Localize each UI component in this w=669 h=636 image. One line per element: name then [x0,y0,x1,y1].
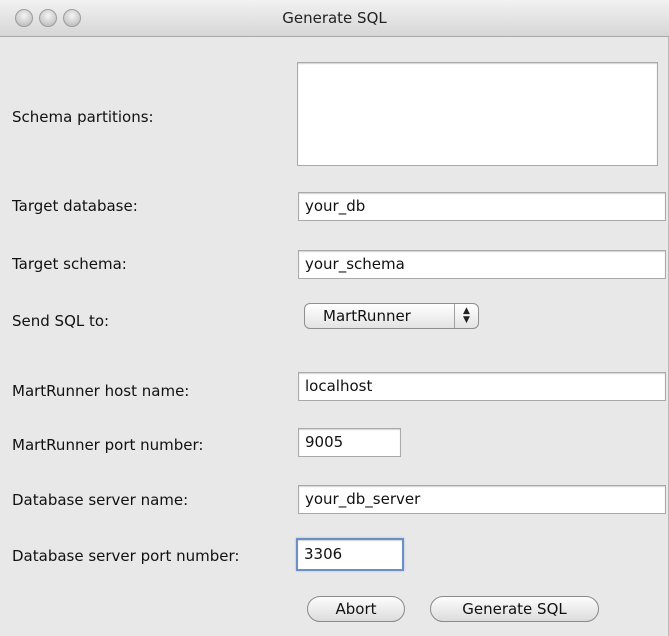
generate-sql-window: Generate SQL Schema partitions: Target d… [0,0,669,636]
target-database-label: Target database: [12,197,138,215]
db-server-port-field[interactable]: 3306 [296,538,404,571]
martrunner-host-field[interactable]: localhost [298,372,666,401]
target-schema-label: Target schema: [12,255,127,273]
martrunner-port-field[interactable]: 9005 [298,428,401,457]
select-arrows-icon: ▲ ▼ [454,304,478,328]
target-database-field[interactable]: your_db [298,192,666,221]
martrunner-host-label: MartRunner host name: [12,382,190,400]
schema-partitions-label: Schema partitions: [12,108,154,126]
send-sql-to-select[interactable]: MartRunner ▲ ▼ [304,303,479,329]
abort-button[interactable]: Abort [307,596,405,622]
db-server-name-field[interactable]: your_db_server [298,485,666,514]
send-sql-to-label: Send SQL to: [12,312,110,330]
db-server-name-label: Database server name: [12,491,189,509]
target-schema-field[interactable]: your_schema [298,250,666,279]
schema-partitions-list[interactable] [297,62,658,166]
martrunner-port-label: MartRunner port number: [12,436,204,454]
title-bar: Generate SQL [0,0,669,37]
generate-sql-button[interactable]: Generate SQL [430,596,599,622]
window-title: Generate SQL [282,9,387,27]
db-server-port-label: Database server port number: [12,547,240,565]
send-sql-to-selected: MartRunner [323,307,411,325]
